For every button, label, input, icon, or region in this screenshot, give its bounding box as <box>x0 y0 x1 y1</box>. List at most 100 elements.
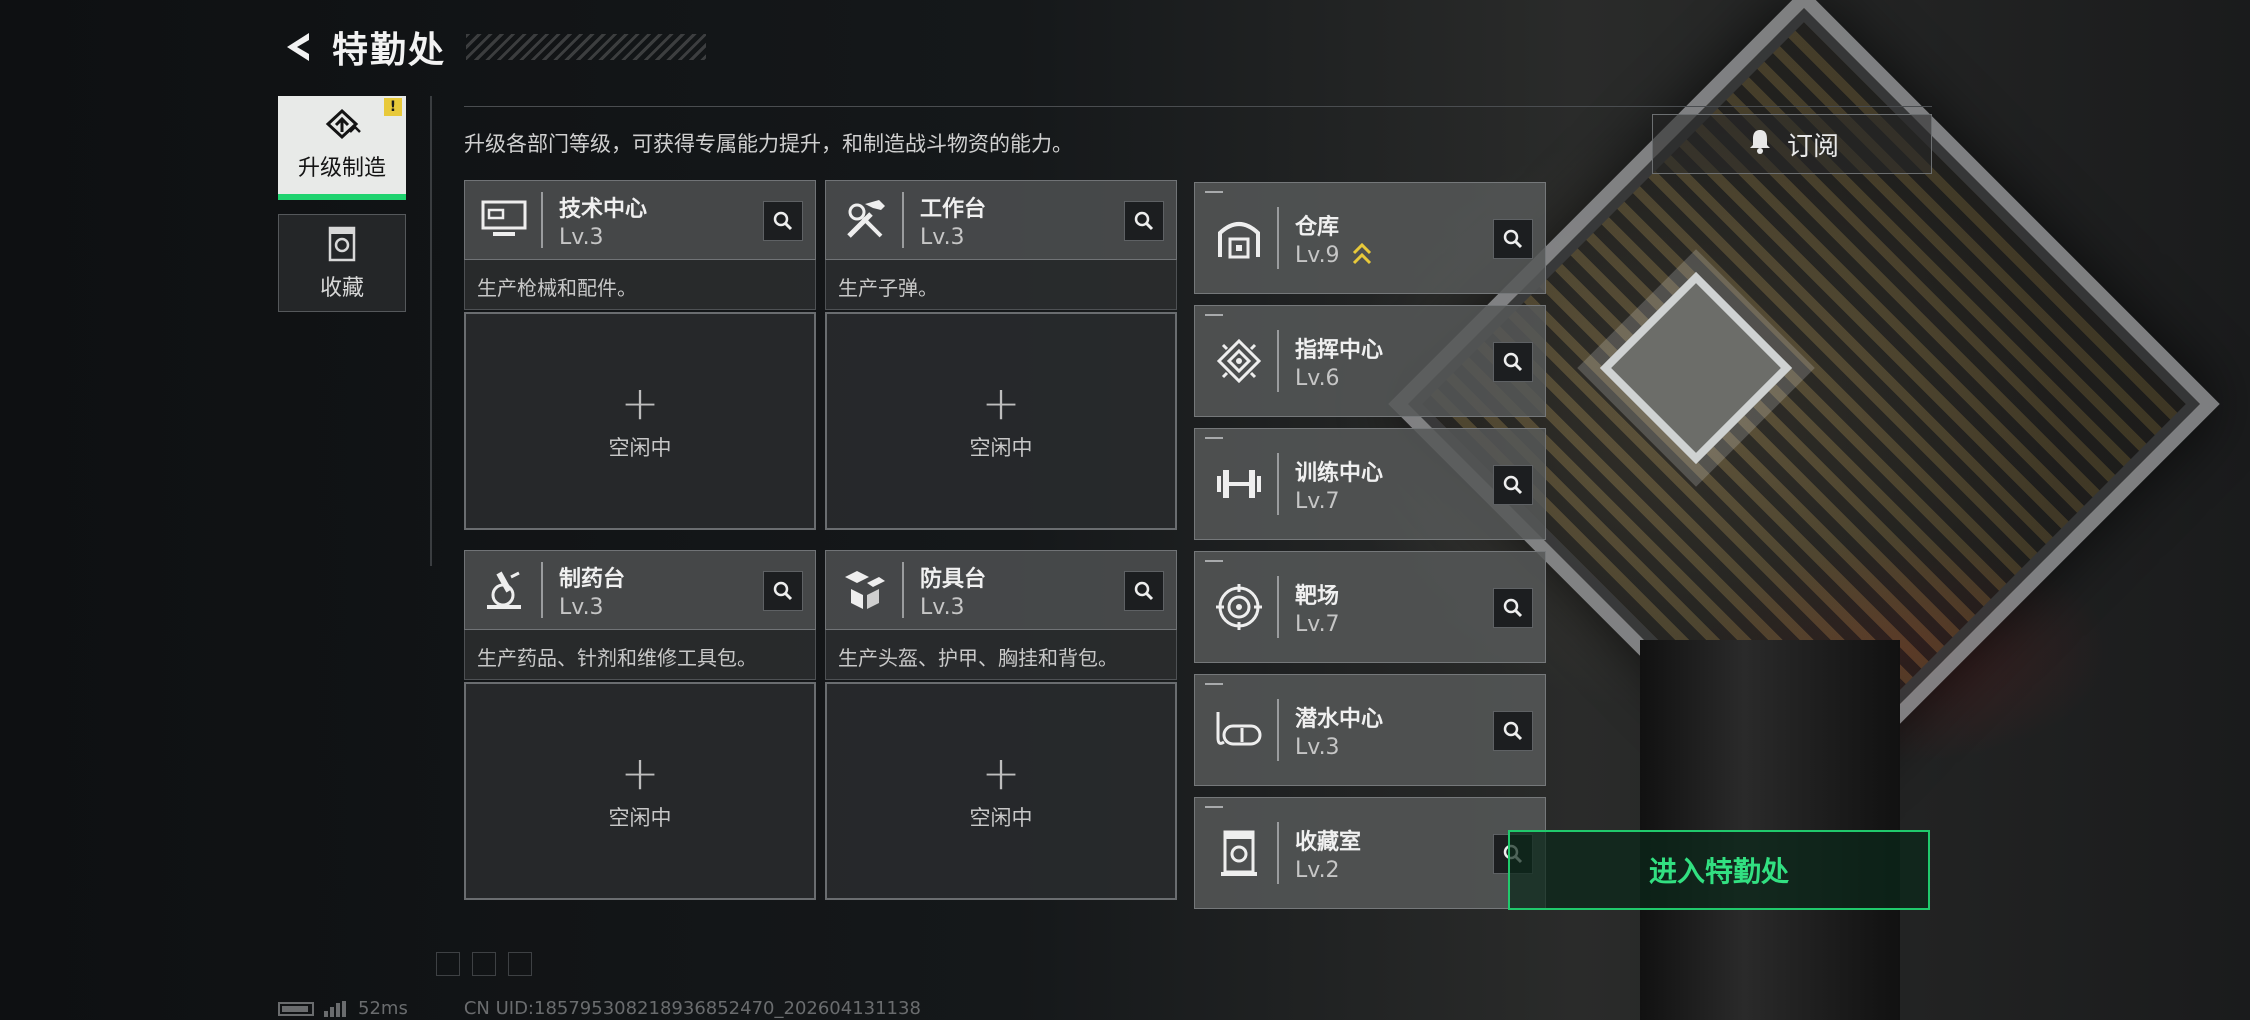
station-level: Lv.3 <box>920 224 965 250</box>
facility-name: 收藏室 <box>1295 829 1362 855</box>
warehouse-icon <box>1209 208 1269 268</box>
facility-level: Lv.7 <box>1295 488 1340 514</box>
subscribe-button[interactable]: 订阅 <box>1652 114 1932 174</box>
station-name: 制药台 <box>559 566 626 592</box>
production-slot[interactable]: + 空闲中 <box>825 682 1177 900</box>
station-name: 技术中心 <box>559 196 648 222</box>
plus-icon: + <box>981 376 1021 430</box>
status-footer: 52ms CN UID:18579530821893685247​0_20260… <box>278 998 921 1019</box>
facility-name: 仓库 <box>1295 214 1340 240</box>
production-slot[interactable]: + 空闲中 <box>464 312 816 530</box>
magnifier-icon[interactable] <box>763 201 803 241</box>
magnifier-icon[interactable] <box>1493 219 1533 259</box>
magnifier-icon[interactable] <box>1124 571 1164 611</box>
magnifier-icon[interactable] <box>763 571 803 611</box>
display-case-icon <box>1209 823 1269 883</box>
facility-training-center[interactable]: 训练中心 Lv.7 <box>1194 428 1546 540</box>
slot-status: 空闲中 <box>969 806 1033 830</box>
card-notch <box>1205 437 1223 439</box>
battery-icon <box>278 1001 314 1016</box>
facility-collection-room[interactable]: 收藏室 Lv.2 <box>1194 797 1546 909</box>
alert-badge: ! <box>384 98 402 116</box>
diving-mask-icon <box>1209 700 1269 760</box>
header-separator <box>541 192 543 248</box>
facility-diving-center[interactable]: 潜水中心 Lv.3 <box>1194 674 1546 786</box>
chip-icon <box>1209 331 1269 391</box>
facility-level: Lv.2 <box>1295 857 1340 883</box>
page-description: 升级各部门等级，可获得专属能力提升，和制造战斗物资的能力。 <box>464 132 1073 156</box>
station-header[interactable]: 防具台 Lv.3 <box>825 550 1177 630</box>
facility-level: Lv.6 <box>1295 365 1340 391</box>
back-arrow-icon[interactable] <box>278 27 318 67</box>
signal-icon <box>324 1000 348 1017</box>
upgrade-icon <box>325 108 361 140</box>
header-separator <box>1277 699 1279 761</box>
facility-shooting-range[interactable]: 靶场 Lv.7 <box>1194 551 1546 663</box>
facility-name: 靶场 <box>1295 583 1340 609</box>
station-armor-bench: 防具台 Lv.3 生产头盔、护甲、胸挂和背包。 + 空闲中 <box>825 550 1177 900</box>
plus-icon: + <box>620 746 660 800</box>
facility-level: Lv.3 <box>1295 734 1340 760</box>
rail-divider <box>430 96 432 566</box>
station-level: Lv.3 <box>920 594 965 620</box>
header-separator <box>1277 330 1279 392</box>
header-separator <box>1277 576 1279 638</box>
page-title: 特勤处 <box>332 30 447 71</box>
station-description: 生产药品、针剂和维修工具包。 <box>464 630 816 680</box>
station-header[interactable]: 技术中心 Lv.3 <box>464 180 816 260</box>
magnifier-icon[interactable] <box>1124 201 1164 241</box>
title-decoration <box>466 34 707 60</box>
station-description: 生产枪械和配件。 <box>464 260 816 310</box>
magnifier-icon[interactable] <box>1493 588 1533 628</box>
station-header[interactable]: 工作台 Lv.3 <box>825 180 1177 260</box>
slot-status: 空闲中 <box>969 436 1033 460</box>
top-divider <box>464 106 1932 107</box>
station-header[interactable]: 制药台 Lv.3 <box>464 550 816 630</box>
station-workbench: 工作台 Lv.3 生产子弹。 + 空闲中 <box>825 180 1177 530</box>
header-separator <box>1277 453 1279 515</box>
facility-warehouse[interactable]: 仓库 Lv.9 <box>1194 182 1546 294</box>
card-notch <box>1205 560 1223 562</box>
facility-name: 潜水中心 <box>1295 706 1384 732</box>
station-tech-center: 技术中心 Lv.3 生产枪械和配件。 + 空闲中 <box>464 180 816 530</box>
station-name: 防具台 <box>920 566 987 592</box>
card-notch <box>1205 191 1223 193</box>
tab-upgrade-manufacture[interactable]: ! 升级制造 <box>278 96 406 200</box>
microscope-icon <box>475 561 533 619</box>
tools-icon <box>836 191 894 249</box>
magnifier-icon[interactable] <box>1493 711 1533 751</box>
plus-icon: + <box>620 376 660 430</box>
card-notch <box>1205 683 1223 685</box>
monitor-icon <box>475 191 533 249</box>
armor-blocks-icon <box>836 561 894 619</box>
tab-upgrade-label: 升级制造 <box>297 156 386 181</box>
dumbbell-icon <box>1209 454 1269 514</box>
header-separator <box>541 562 543 618</box>
header-separator <box>1277 822 1279 884</box>
tab-collection-label: 收藏 <box>319 276 364 301</box>
bottom-decoration <box>436 952 544 976</box>
facility-command-center[interactable]: 指挥中心 Lv.6 <box>1194 305 1546 417</box>
header-separator <box>1277 207 1279 269</box>
magnifier-icon[interactable] <box>1493 465 1533 505</box>
tab-collection[interactable]: 收藏 <box>278 214 406 312</box>
enter-special-ops-button[interactable]: 进入特勤处 <box>1508 830 1930 910</box>
facility-name: 训练中心 <box>1295 460 1384 486</box>
production-slot[interactable]: + 空闲中 <box>464 682 816 900</box>
target-icon <box>1209 577 1269 637</box>
production-slot[interactable]: + 空闲中 <box>825 312 1177 530</box>
collection-case-icon <box>328 226 356 262</box>
slot-status: 空闲中 <box>608 806 672 830</box>
header: 特勤处 <box>278 22 707 72</box>
ping-value: 52ms <box>358 998 408 1019</box>
card-notch <box>1205 314 1223 316</box>
header-separator <box>902 192 904 248</box>
station-pharmacy: 制药台 Lv.3 生产药品、针剂和维修工具包。 + 空闲中 <box>464 550 816 900</box>
station-description: 生产头盔、护甲、胸挂和背包。 <box>825 630 1177 680</box>
station-level: Lv.3 <box>559 594 604 620</box>
card-notch <box>1205 806 1223 808</box>
facility-level: Lv.9 <box>1295 242 1340 268</box>
station-name: 工作台 <box>920 196 987 222</box>
station-level: Lv.3 <box>559 224 604 250</box>
magnifier-icon[interactable] <box>1493 342 1533 382</box>
